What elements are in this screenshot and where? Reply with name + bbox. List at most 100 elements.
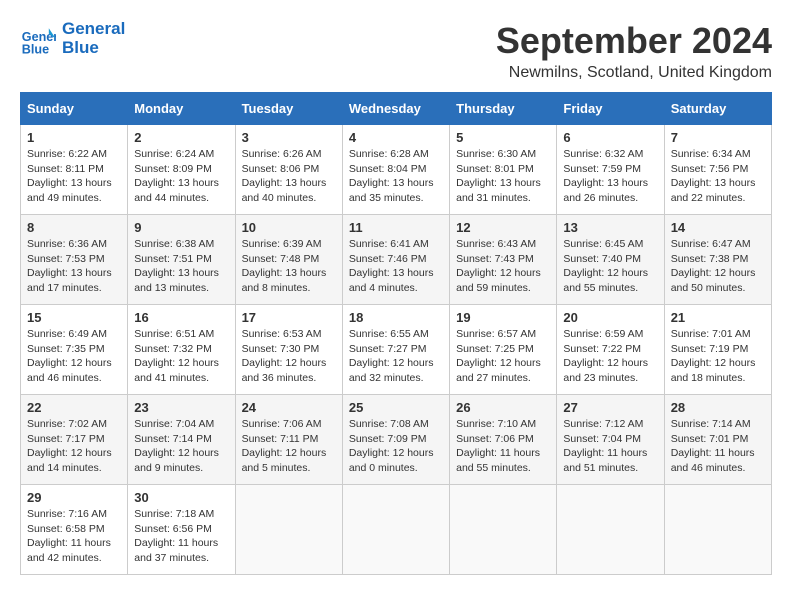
calendar-week-4: 22 Sunrise: 7:02 AMSunset: 7:17 PMDayligh… (21, 395, 772, 485)
calendar-cell: 4 Sunrise: 6:28 AMSunset: 8:04 PMDaylight… (342, 125, 449, 215)
calendar-cell: 6Sunrise: 6:32 AMSunset: 7:59 PMDaylight… (557, 125, 664, 215)
calendar-cell (557, 485, 664, 575)
svg-text:Blue: Blue (22, 42, 49, 56)
calendar-week-1: 1 Sunrise: 6:22 AMSunset: 8:11 PMDaylight… (21, 125, 772, 215)
calendar-cell: 12 Sunrise: 6:43 AMSunset: 7:43 PMDayligh… (450, 215, 557, 305)
day-number: 23 (134, 400, 228, 415)
calendar-cell: 9Sunrise: 6:38 AMSunset: 7:51 PMDaylight… (128, 215, 235, 305)
day-number: 24 (242, 400, 336, 415)
weekday-header-friday: Friday (557, 93, 664, 125)
calendar-cell: 19 Sunrise: 6:57 AMSunset: 7:25 PMDayligh… (450, 305, 557, 395)
day-info: Sunrise: 6:55 AMSunset: 7:27 PMDaylight:… (349, 327, 443, 386)
day-number: 5 (456, 130, 550, 145)
day-number: 21 (671, 310, 765, 325)
day-info: Sunrise: 7:16 AMSunset: 6:58 PMDaylight:… (27, 507, 121, 566)
calendar-cell: 17Sunrise: 6:53 AMSunset: 7:30 PMDayligh… (235, 305, 342, 395)
calendar-cell: 22 Sunrise: 7:02 AMSunset: 7:17 PMDayligh… (21, 395, 128, 485)
day-number: 4 (349, 130, 443, 145)
day-info: Sunrise: 7:12 AMSunset: 7:04 PMDaylight:… (563, 417, 657, 476)
day-number: 25 (349, 400, 443, 415)
weekday-header-thursday: Thursday (450, 93, 557, 125)
month-title: September 2024 (496, 20, 772, 62)
calendar-cell (342, 485, 449, 575)
calendar-cell (664, 485, 771, 575)
day-info: Sunrise: 7:14 AMSunset: 7:01 PMDaylight:… (671, 417, 765, 476)
day-number: 11 (349, 220, 443, 235)
day-info: Sunrise: 6:59 AMSunset: 7:22 PMDaylight:… (563, 327, 657, 386)
day-number: 26 (456, 400, 550, 415)
calendar-cell: 20 Sunrise: 6:59 AMSunset: 7:22 PMDayligh… (557, 305, 664, 395)
day-number: 12 (456, 220, 550, 235)
calendar-cell (450, 485, 557, 575)
calendar-cell: 3 Sunrise: 6:26 AMSunset: 8:06 PMDaylight… (235, 125, 342, 215)
day-number: 19 (456, 310, 550, 325)
calendar-week-5: 29 Sunrise: 7:16 AMSunset: 6:58 PMDayligh… (21, 485, 772, 575)
calendar-cell: 8 Sunrise: 6:36 AMSunset: 7:53 PMDaylight… (21, 215, 128, 305)
day-number: 29 (27, 490, 121, 505)
day-number: 6 (563, 130, 657, 145)
day-number: 1 (27, 130, 121, 145)
day-info: Sunrise: 7:02 AMSunset: 7:17 PMDaylight:… (27, 417, 121, 476)
weekday-header-tuesday: Tuesday (235, 93, 342, 125)
day-info: Sunrise: 6:22 AMSunset: 8:11 PMDaylight:… (27, 147, 121, 206)
calendar-week-3: 15 Sunrise: 6:49 AMSunset: 7:35 PMDayligh… (21, 305, 772, 395)
day-info: Sunrise: 7:18 AMSunset: 6:56 PMDaylight:… (134, 507, 228, 566)
calendar-table: SundayMondayTuesdayWednesdayThursdayFrid… (20, 92, 772, 575)
day-number: 10 (242, 220, 336, 235)
calendar-cell: 29 Sunrise: 7:16 AMSunset: 6:58 PMDayligh… (21, 485, 128, 575)
day-number: 22 (27, 400, 121, 415)
day-number: 30 (134, 490, 228, 505)
calendar-cell: 1 Sunrise: 6:22 AMSunset: 8:11 PMDaylight… (21, 125, 128, 215)
day-number: 20 (563, 310, 657, 325)
day-info: Sunrise: 7:10 AMSunset: 7:06 PMDaylight:… (456, 417, 550, 476)
day-number: 16 (134, 310, 228, 325)
day-info: Sunrise: 7:06 AMSunset: 7:11 PMDaylight:… (242, 417, 336, 476)
day-number: 13 (563, 220, 657, 235)
calendar-cell: 23Sunrise: 7:04 AMSunset: 7:14 PMDayligh… (128, 395, 235, 485)
day-info: Sunrise: 6:34 AMSunset: 7:56 PMDaylight:… (671, 147, 765, 206)
day-info: Sunrise: 6:39 AMSunset: 7:48 PMDaylight:… (242, 237, 336, 296)
day-info: Sunrise: 6:51 AMSunset: 7:32 PMDaylight:… (134, 327, 228, 386)
calendar-cell: 5 Sunrise: 6:30 AMSunset: 8:01 PMDaylight… (450, 125, 557, 215)
day-number: 15 (27, 310, 121, 325)
day-info: Sunrise: 6:36 AMSunset: 7:53 PMDaylight:… (27, 237, 121, 296)
calendar-cell: 7 Sunrise: 6:34 AMSunset: 7:56 PMDaylight… (664, 125, 771, 215)
day-info: Sunrise: 6:49 AMSunset: 7:35 PMDaylight:… (27, 327, 121, 386)
day-info: Sunrise: 6:26 AMSunset: 8:06 PMDaylight:… (242, 147, 336, 206)
calendar-cell: 25 Sunrise: 7:08 AMSunset: 7:09 PMDayligh… (342, 395, 449, 485)
day-info: Sunrise: 6:43 AMSunset: 7:43 PMDaylight:… (456, 237, 550, 296)
day-number: 8 (27, 220, 121, 235)
day-info: Sunrise: 6:30 AMSunset: 8:01 PMDaylight:… (456, 147, 550, 206)
logo-blue: Blue (62, 39, 125, 58)
day-number: 7 (671, 130, 765, 145)
day-info: Sunrise: 6:45 AMSunset: 7:40 PMDaylight:… (563, 237, 657, 296)
day-info: Sunrise: 6:24 AMSunset: 8:09 PMDaylight:… (134, 147, 228, 206)
title-block: September 2024 Newmilns, Scotland, Unite… (496, 20, 772, 82)
weekday-header-monday: Monday (128, 93, 235, 125)
calendar-cell: 14Sunrise: 6:47 AMSunset: 7:38 PMDayligh… (664, 215, 771, 305)
day-info: Sunrise: 6:57 AMSunset: 7:25 PMDaylight:… (456, 327, 550, 386)
logo-general: General (62, 20, 125, 39)
calendar-cell: 15 Sunrise: 6:49 AMSunset: 7:35 PMDayligh… (21, 305, 128, 395)
day-info: Sunrise: 7:01 AMSunset: 7:19 PMDaylight:… (671, 327, 765, 386)
calendar-cell: 21 Sunrise: 7:01 AMSunset: 7:19 PMDayligh… (664, 305, 771, 395)
day-number: 27 (563, 400, 657, 415)
weekday-header-row: SundayMondayTuesdayWednesdayThursdayFrid… (21, 93, 772, 125)
calendar-cell: 10 Sunrise: 6:39 AMSunset: 7:48 PMDayligh… (235, 215, 342, 305)
calendar-cell: 30 Sunrise: 7:18 AMSunset: 6:56 PMDayligh… (128, 485, 235, 575)
day-number: 3 (242, 130, 336, 145)
calendar-cell: 16 Sunrise: 6:51 AMSunset: 7:32 PMDayligh… (128, 305, 235, 395)
day-number: 18 (349, 310, 443, 325)
page-header: General Blue General Blue September 2024… (20, 20, 772, 82)
logo-icon: General Blue (20, 21, 56, 57)
calendar-cell: 18 Sunrise: 6:55 AMSunset: 7:27 PMDayligh… (342, 305, 449, 395)
calendar-cell: 28Sunrise: 7:14 AMSunset: 7:01 PMDayligh… (664, 395, 771, 485)
day-number: 9 (134, 220, 228, 235)
weekday-header-saturday: Saturday (664, 93, 771, 125)
day-info: Sunrise: 6:28 AMSunset: 8:04 PMDaylight:… (349, 147, 443, 206)
weekday-header-wednesday: Wednesday (342, 93, 449, 125)
day-info: Sunrise: 6:47 AMSunset: 7:38 PMDaylight:… (671, 237, 765, 296)
day-info: Sunrise: 6:41 AMSunset: 7:46 PMDaylight:… (349, 237, 443, 296)
day-info: Sunrise: 7:08 AMSunset: 7:09 PMDaylight:… (349, 417, 443, 476)
day-number: 2 (134, 130, 228, 145)
